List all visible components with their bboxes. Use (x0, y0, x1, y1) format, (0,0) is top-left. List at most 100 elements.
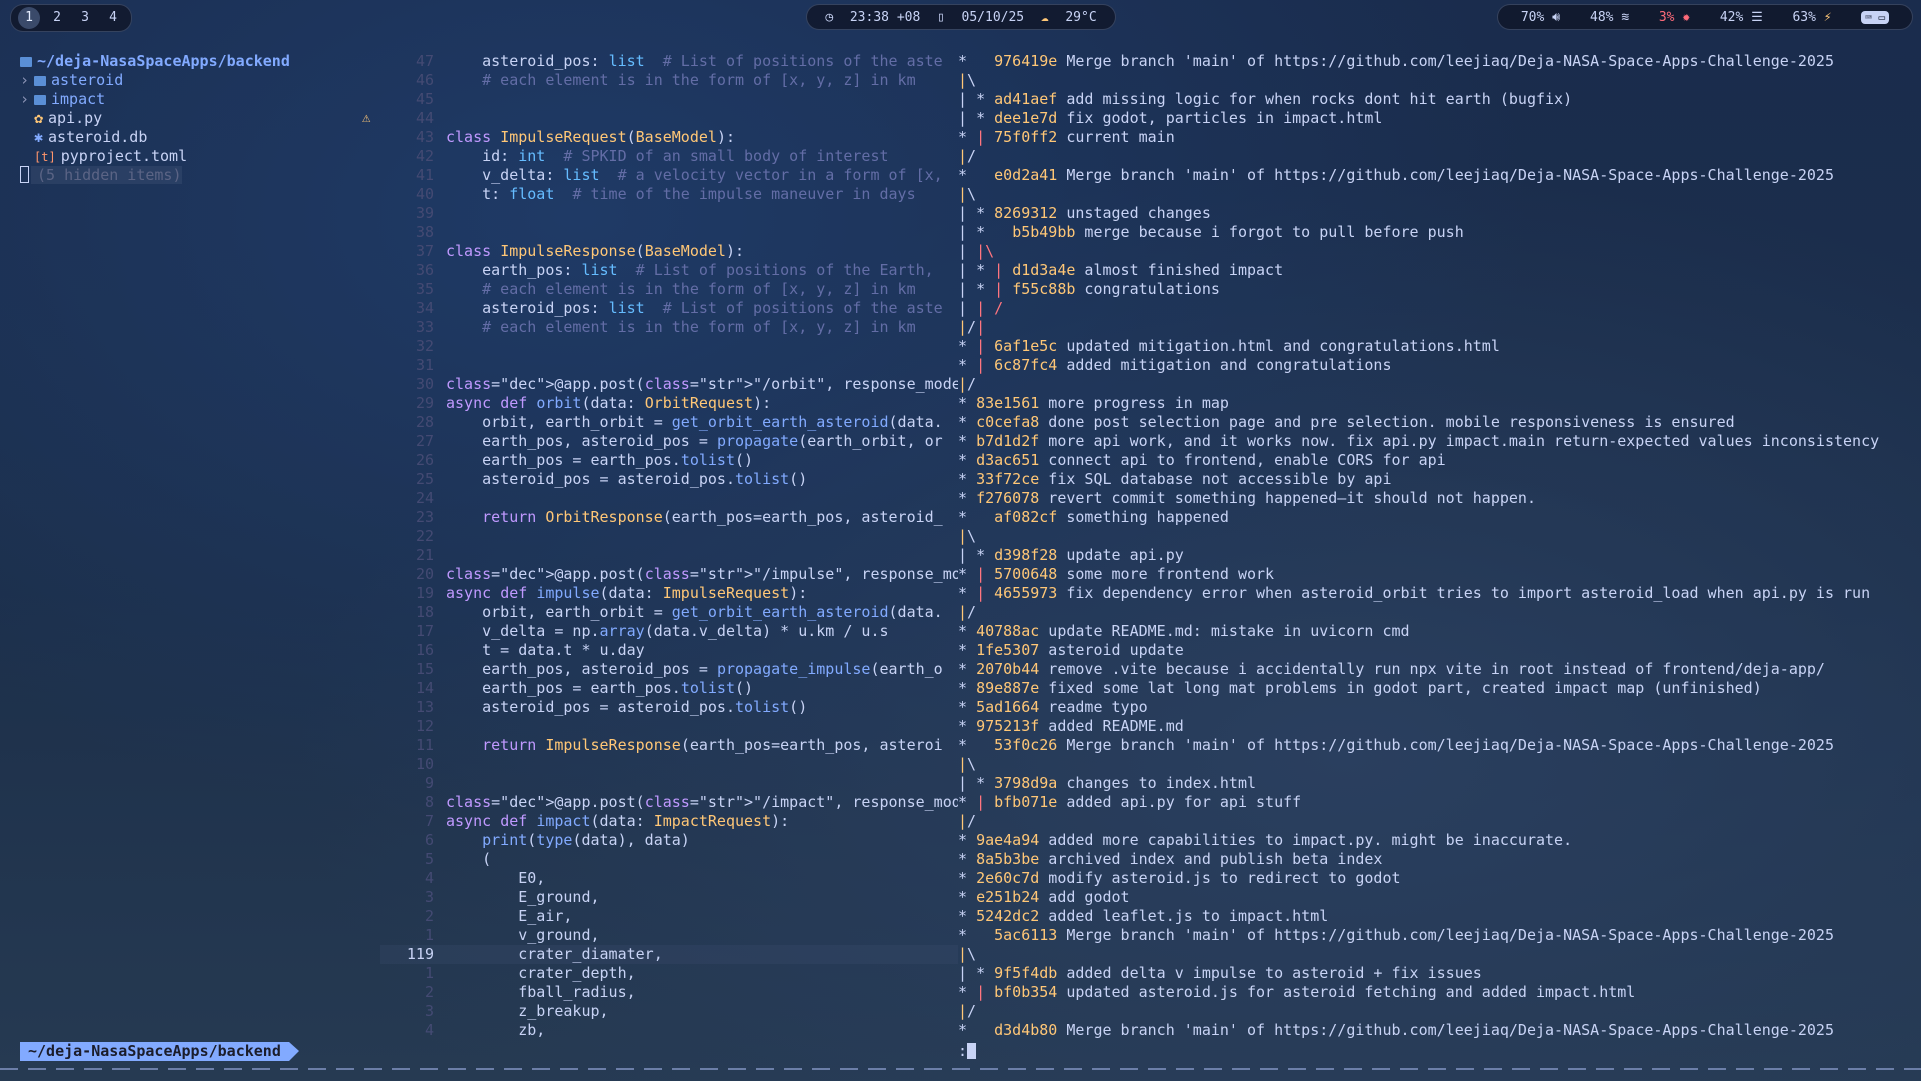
git-log-entry[interactable]: * 89e887e fixed some lat long mat proble… (958, 679, 1918, 698)
code-line[interactable]: 119 crater_diamater, (380, 945, 958, 964)
git-log-entry[interactable]: |/| (958, 318, 1918, 337)
git-log-entry[interactable]: * 976419e Merge branch 'main' of https:/… (958, 52, 1918, 71)
code-line[interactable]: 3 E_ground, (380, 888, 958, 907)
wifi-status[interactable]: 48% ≋ (1590, 10, 1629, 25)
git-log-entry[interactable]: * | 6c87fc4 added mitigation and congrat… (958, 356, 1918, 375)
workspace-4[interactable]: 4 (102, 7, 124, 29)
code-line[interactable]: 18 orbit, earth_orbit = get_orbit_earth_… (380, 603, 958, 622)
code-line[interactable]: 11 return ImpulseResponse(earth_pos=eart… (380, 736, 958, 755)
code-line[interactable]: 2 fball_radius, (380, 983, 958, 1002)
git-log-entry[interactable]: * | 75f0ff2 current main (958, 128, 1918, 147)
code-line[interactable]: 29 async def orbit(data: OrbitRequest): (380, 394, 958, 413)
code-line[interactable]: 42 id: int # SPKID of an small body of i… (380, 147, 958, 166)
code-line[interactable]: 25 asteroid_pos = asteroid_pos.tolist() (380, 470, 958, 489)
git-log-entry[interactable]: * c0cefa8 done post selection page and p… (958, 413, 1918, 432)
git-log-entry[interactable]: |\ (958, 755, 1918, 774)
git-log-entry[interactable]: * 2070b44 remove .vite because i acciden… (958, 660, 1918, 679)
code-line[interactable]: 46 # each element is in the form of [x, … (380, 71, 958, 90)
code-line[interactable]: 1 crater_depth, (380, 964, 958, 983)
code-line[interactable]: 12 (380, 717, 958, 736)
git-log-entry[interactable]: * | bf0b354 updated asteroid.js for aste… (958, 983, 1918, 1002)
code-line[interactable]: 37 class ImpulseResponse(BaseModel): (380, 242, 958, 261)
git-log-entry[interactable]: |/ (958, 812, 1918, 831)
git-log-entry[interactable]: | | / (958, 299, 1918, 318)
git-log-entry[interactable]: * 53f0c26 Merge branch 'main' of https:/… (958, 736, 1918, 755)
git-log-entry[interactable]: | * dee1e7d fix godot, particles in impa… (958, 109, 1918, 128)
volume-status[interactable]: 70% 🔊︎ (1521, 10, 1561, 25)
code-line[interactable]: 35 # each element is in the form of [x, … (380, 280, 958, 299)
code-line[interactable]: 36 earth_pos: list # List of positions o… (380, 261, 958, 280)
code-line[interactable]: 39 (380, 204, 958, 223)
code-line[interactable]: 33 # each element is in the form of [x, … (380, 318, 958, 337)
code-line[interactable]: 30 class="dec">@app.post(class="str">"/or… (380, 375, 958, 394)
code-editor[interactable]: 47 asteroid_pos: list # List of position… (380, 52, 958, 1042)
git-log-entry[interactable]: | * 9f5f4db added delta v impulse to ast… (958, 964, 1918, 983)
git-log-entry[interactable]: |/ (958, 603, 1918, 622)
git-log-entry[interactable]: * 5242dc2 added leaflet.js to impact.htm… (958, 907, 1918, 926)
workspace-3[interactable]: 3 (74, 7, 96, 29)
tree-item-asteroid-db[interactable]: ✱ asteroid.db (20, 128, 380, 147)
git-log-entry[interactable]: | * ad41aef add missing logic for when r… (958, 90, 1918, 109)
tree-root[interactable]: ~/deja-NasaSpaceApps/backend (20, 52, 380, 71)
git-log-entry[interactable]: * 33f72ce fix SQL database not accessibl… (958, 470, 1918, 489)
code-line[interactable]: 23 return OrbitResponse(earth_pos=earth_… (380, 508, 958, 527)
git-log-entry[interactable]: * 1fe5307 asteroid update (958, 641, 1918, 660)
code-line[interactable]: 4 zb, (380, 1021, 958, 1040)
code-line[interactable]: 47 asteroid_pos: list # List of position… (380, 52, 958, 71)
code-line[interactable]: 13 asteroid_pos = asteroid_pos.tolist() (380, 698, 958, 717)
code-line[interactable]: 10 (380, 755, 958, 774)
git-log-entry[interactable]: * 5ad1664 readme typo (958, 698, 1918, 717)
git-log-entry[interactable]: | * 8269312 unstaged changes (958, 204, 1918, 223)
git-log-entry[interactable]: | * | d1d3a4e almost finished impact (958, 261, 1918, 280)
code-line[interactable]: 19 async def impulse(data: ImpulseRequest… (380, 584, 958, 603)
code-line[interactable]: 40 t: float # time of the impulse maneuv… (380, 185, 958, 204)
git-log-entry[interactable]: |/ (958, 147, 1918, 166)
tree-item-5-hidden-items[interactable]: (5 hidden items) (20, 166, 380, 185)
code-line[interactable]: 8 class="dec">@app.post(class="str">"/imp… (380, 793, 958, 812)
code-line[interactable]: 22 (380, 527, 958, 546)
code-line[interactable]: 21 (380, 546, 958, 565)
tree-item-impact[interactable]: › impact (20, 90, 380, 109)
code-line[interactable]: 28 orbit, earth_orbit = get_orbit_earth_… (380, 413, 958, 432)
git-log-entry[interactable]: * 8a5b3be archived index and publish bet… (958, 850, 1918, 869)
git-log-entry[interactable]: * 975213f added README.md (958, 717, 1918, 736)
code-line[interactable]: 3 z_breakup, (380, 1002, 958, 1021)
keyboard-icon[interactable]: ⌨ ▭ (1861, 10, 1890, 24)
tree-item-asteroid[interactable]: › asteroid (20, 71, 380, 90)
code-line[interactable]: 20 class="dec">@app.post(class="str">"/im… (380, 565, 958, 584)
git-log-entry[interactable]: | * d398f28 update api.py (958, 546, 1918, 565)
git-log-entry[interactable]: * af082cf something happened (958, 508, 1918, 527)
git-log-entry[interactable]: |\ (958, 185, 1918, 204)
code-line[interactable]: 1 v_ground, (380, 926, 958, 945)
git-log-entry[interactable]: * | 4655973 fix dependency error when as… (958, 584, 1918, 603)
git-log-entry[interactable]: * | 5700648 some more frontend work (958, 565, 1918, 584)
code-line[interactable]: 2 E_air, (380, 907, 958, 926)
code-line[interactable]: 17 v_delta = np.array(data.v_delta) * u.… (380, 622, 958, 641)
git-log-entry[interactable]: | * 3798d9a changes to index.html (958, 774, 1918, 793)
code-line[interactable]: 6 print(type(data), data) (380, 831, 958, 850)
code-line[interactable]: 14 earth_pos = earth_pos.tolist() (380, 679, 958, 698)
tree-item-api-py[interactable]: ✿ api.py ⚠ (20, 109, 380, 128)
workspace-1[interactable]: 1 (18, 7, 40, 29)
code-line[interactable]: 43 class ImpulseRequest(BaseModel): (380, 128, 958, 147)
code-line[interactable]: 27 earth_pos, asteroid_pos = propagate(e… (380, 432, 958, 451)
code-line[interactable]: 45 (380, 90, 958, 109)
code-line[interactable]: 26 earth_pos = earth_pos.tolist() (380, 451, 958, 470)
git-log-entry[interactable]: | * | f55c88b congratulations (958, 280, 1918, 299)
code-line[interactable]: 5 ( (380, 850, 958, 869)
git-log-entry[interactable]: |/ (958, 1002, 1918, 1021)
git-log-entry[interactable]: * d3ac651 connect api to frontend, enabl… (958, 451, 1918, 470)
code-line[interactable]: 41 v_delta: list # a velocity vector in … (380, 166, 958, 185)
code-line[interactable]: 4 E0, (380, 869, 958, 888)
git-log-entry[interactable]: * 83e1561 more progress in map (958, 394, 1918, 413)
git-log-entry[interactable]: * e251b24 add godot (958, 888, 1918, 907)
code-line[interactable]: 32 (380, 337, 958, 356)
git-log-entry[interactable]: * 5ac6113 Merge branch 'main' of https:/… (958, 926, 1918, 945)
git-log-entry[interactable]: |\ (958, 527, 1918, 546)
code-line[interactable]: 15 earth_pos, asteroid_pos = propagate_i… (380, 660, 958, 679)
git-log-entry[interactable]: |\ (958, 71, 1918, 90)
git-log-entry[interactable]: * 9ae4a94 added more capabilities to imp… (958, 831, 1918, 850)
code-line[interactable]: 31 (380, 356, 958, 375)
git-log-entry[interactable]: * | 6af1e5c updated mitigation.html and … (958, 337, 1918, 356)
git-log-entry[interactable]: |/ (958, 375, 1918, 394)
